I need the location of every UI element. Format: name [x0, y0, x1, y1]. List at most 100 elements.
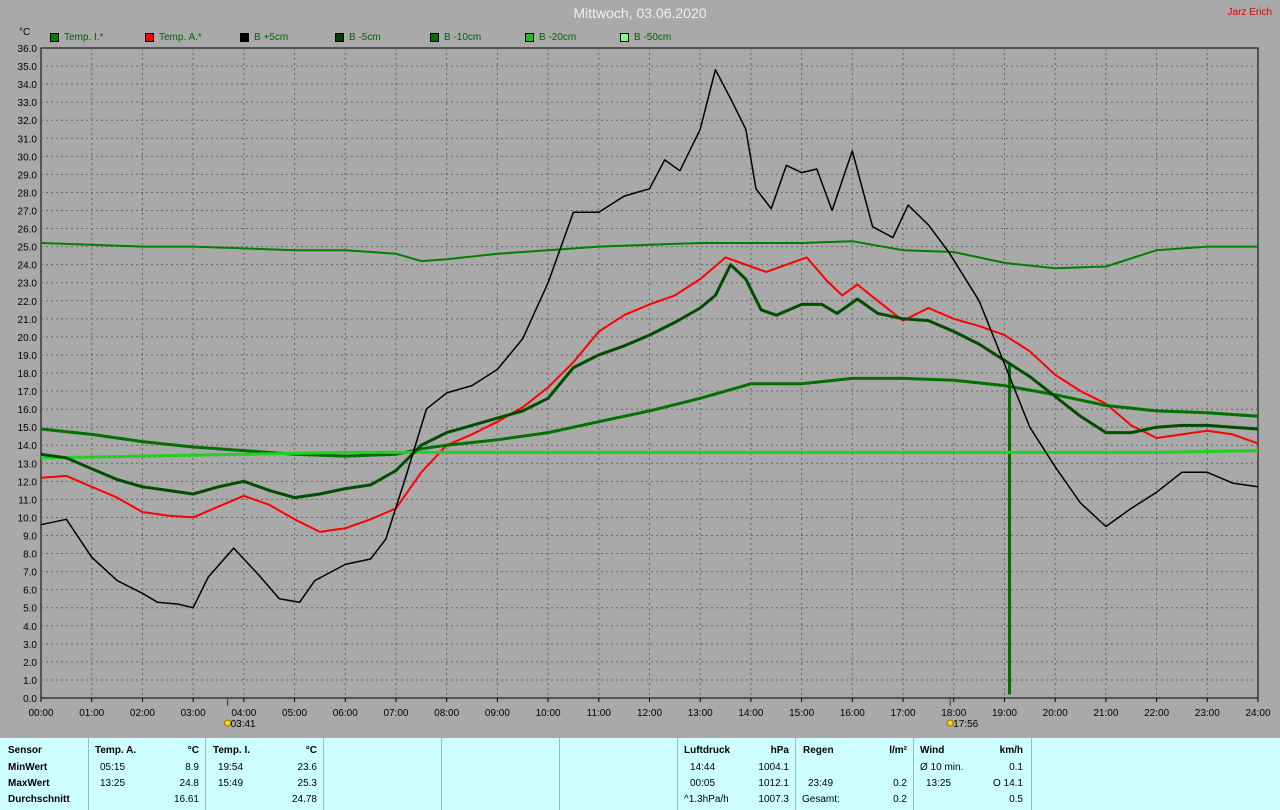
x-tick-label: 24:00 [1245, 708, 1270, 719]
y-tick-label: 34.0 [18, 80, 38, 91]
legend-label: B +5cm [254, 32, 289, 43]
legend-label: B -50cm [634, 32, 672, 43]
legend-label: Temp. I.* [64, 32, 104, 43]
y-tick-label: 25.0 [18, 243, 38, 254]
y-tick-label: 20.0 [18, 333, 38, 344]
x-tick-label: 00:00 [28, 708, 53, 719]
stats-col-rain: Regen l/m² 23:49 0.2 Gesamt: 0.2 [796, 738, 914, 810]
x-tick-label: 13:00 [688, 708, 713, 719]
stats-panel: Sensor MinWert MaxWert Durchschnitt Temp… [0, 738, 1280, 810]
x-tick-label: 15:00 [789, 708, 814, 719]
y-tick-label: 23.0 [18, 279, 38, 290]
chart-title: Mittwoch, 03.06.2020 [573, 5, 707, 21]
y-tick-label: 3.0 [23, 640, 37, 651]
temp-a-max-time: 13:25 [100, 778, 126, 789]
temp-i-title: Temp. I. [213, 745, 251, 756]
pressure-avg: 1007.3 [758, 794, 789, 805]
legend-label: Temp. A.* [159, 32, 202, 43]
rain-title: Regen [803, 745, 834, 756]
x-tick-label: 06:00 [333, 708, 358, 719]
y-tick-label: 21.0 [18, 315, 38, 326]
legend-swatch [335, 32, 344, 42]
x-tick-label: 05:00 [282, 708, 307, 719]
stats-col-wind: Wind km/h Ø 10 min. 0.1 13:25 O 14.1 0.5 [914, 738, 1032, 810]
y-tick-label: 1.0 [23, 676, 37, 687]
pressure-trend: ^1.3hPa/h [684, 794, 729, 805]
wind-avg-value: 0.1 [1009, 762, 1023, 773]
temp-a-min-value: 8.9 [185, 762, 199, 773]
y-tick-label: 12.0 [18, 477, 38, 488]
x-tick-label: 23:00 [1195, 708, 1220, 719]
stats-col-empty-2 [442, 738, 560, 810]
pressure-min-value: 1004.1 [758, 762, 789, 773]
x-tick-label: 02:00 [130, 708, 155, 719]
y-tick-label: 11.0 [18, 495, 37, 506]
stats-header-sensor: Sensor [8, 745, 42, 756]
y-tick-label: 10.0 [18, 513, 38, 524]
temp-i-min-value: 23.6 [297, 762, 317, 773]
y-tick-label: 9.0 [23, 532, 37, 543]
x-tick-label: 19:00 [992, 708, 1017, 719]
x-tick-label: 20:00 [1043, 708, 1068, 719]
rain-total-label: Gesamt: [802, 794, 840, 805]
sun-marker-label: 17:56 [953, 719, 978, 730]
y-tick-label: 6.0 [23, 586, 37, 597]
x-tick-label: 10:00 [536, 708, 561, 719]
y-tick-label: 18.0 [18, 369, 38, 380]
y-tick-label: 32.0 [18, 116, 38, 127]
y-tick-label: 36.0 [18, 44, 38, 55]
rain-total-value: 0.2 [893, 794, 907, 805]
pressure-unit: hPa [770, 745, 789, 756]
legend-item-temp-i: Temp. I.* [50, 32, 103, 43]
y-tick-label: 26.0 [18, 225, 38, 236]
legend-label: B -10cm [444, 32, 482, 43]
rain-max-time: 23:49 [808, 778, 834, 789]
temperature-chart: 0.0 1.0 2.0 3.0 4.0 5.0 6.0 7.0 8.0 9.0 10.0 11.0 12… [18, 44, 1271, 730]
stats-row-min: MinWert [8, 762, 48, 773]
temp-a-min-time: 05:15 [100, 762, 126, 773]
temp-i-avg: 24.78 [291, 794, 317, 805]
y-tick-label: 30.0 [18, 152, 38, 163]
y-tick-label: 8.0 [23, 550, 37, 561]
y-tick-label: 31.0 [18, 134, 38, 145]
x-tick-label: 12:00 [637, 708, 662, 719]
pressure-title: Luftdruck [684, 745, 731, 756]
x-tick-label: 09:00 [485, 708, 510, 719]
legend-label: B -5cm [349, 32, 381, 43]
wind-day-avg: 0.5 [1009, 794, 1023, 805]
wind-avg-label: Ø 10 min. [920, 762, 964, 773]
y-tick-label: 24.0 [18, 261, 38, 272]
x-tick-label: 01:00 [79, 708, 104, 719]
y-tick-label: 16.0 [18, 405, 38, 416]
y-tick-label: 0.0 [23, 694, 37, 705]
y-tick-label: 22.0 [18, 297, 38, 308]
y-unit-label: °C [19, 27, 31, 38]
wind-title: Wind [920, 745, 945, 756]
temp-a-title: Temp. A. [95, 745, 137, 756]
y-tick-label: 13.0 [18, 459, 38, 470]
y-tick-label: 7.0 [23, 568, 37, 579]
legend-swatch [50, 32, 59, 42]
legend-item-b-minus10: B -10cm [430, 32, 481, 43]
wind-max-value: O 14.1 [992, 778, 1023, 789]
y-tick-label: 2.0 [23, 658, 37, 669]
x-tick-label: 11:00 [587, 708, 612, 719]
x-tick-label: 08:00 [434, 708, 459, 719]
x-tick-label: 03:00 [181, 708, 206, 719]
temp-i-min-time: 19:54 [218, 762, 244, 773]
stats-row-avg: Durchschnitt [8, 794, 70, 805]
stats-col-labels: Sensor MinWert MaxWert Durchschnitt [0, 738, 89, 810]
y-tick-label: 14.0 [18, 441, 38, 452]
legend-item-b-plus5: B +5cm [240, 32, 288, 43]
rain-unit: l/m² [889, 745, 907, 756]
legend-swatch [430, 32, 439, 42]
legend-item-b-minus5: B -5cm [335, 32, 381, 43]
temp-i-max-value: 25.3 [297, 778, 317, 789]
x-tick-label: 17:00 [891, 708, 916, 719]
legend-item-temp-a: Temp. A.* [145, 32, 202, 43]
legend-item-b-minus50: B -50cm [620, 32, 671, 43]
legend-label: B -20cm [539, 32, 577, 43]
author-label: Jarz Erich [1227, 7, 1272, 18]
pressure-max-value: 1012.1 [758, 778, 789, 789]
legend-swatch [240, 32, 249, 42]
